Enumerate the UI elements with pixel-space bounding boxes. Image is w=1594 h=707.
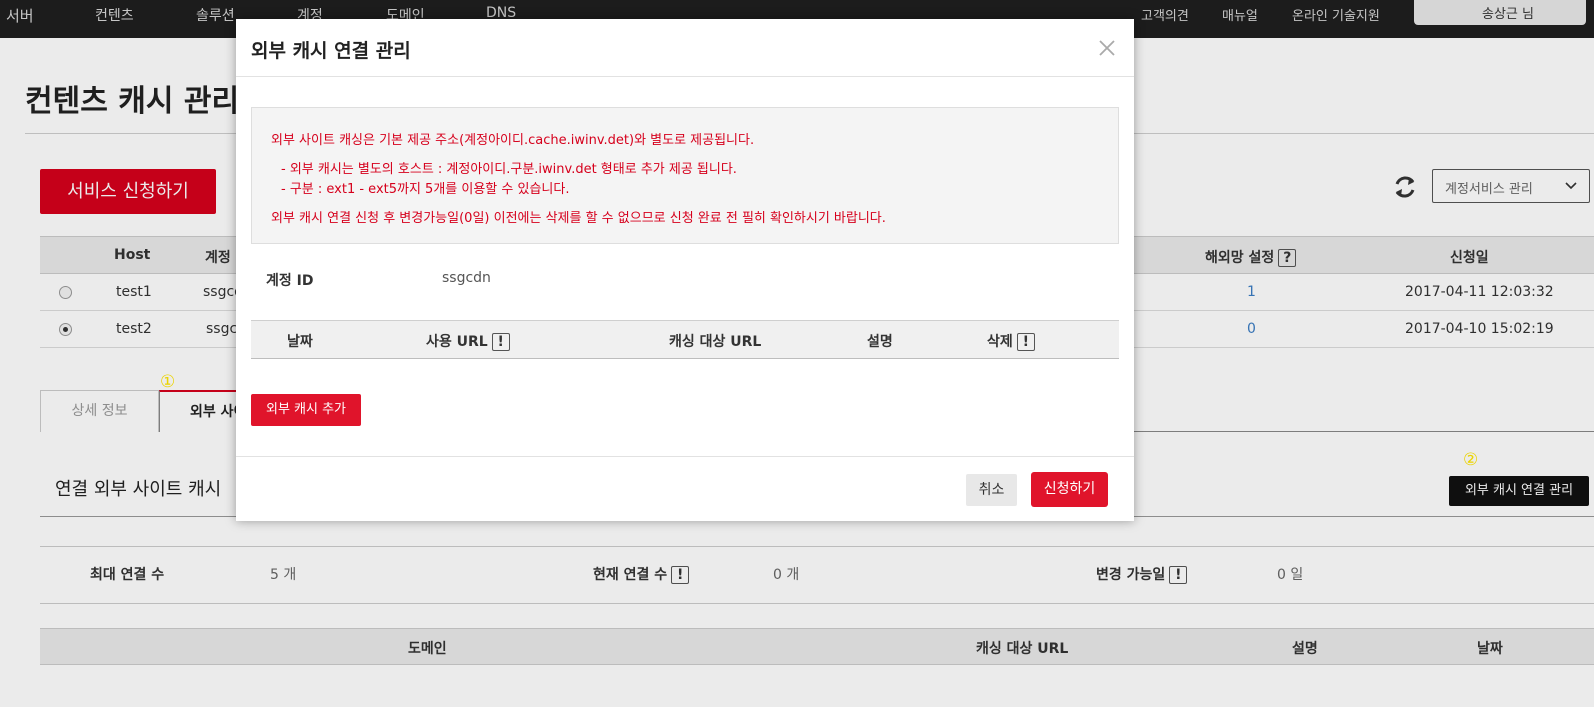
account-id-value: ssgcdn — [442, 270, 491, 286]
divider — [236, 456, 1134, 457]
col-target-url: 캐싱 대상 URL — [669, 334, 762, 350]
modal-title: 외부 캐시 연결 관리 — [251, 40, 411, 62]
cancel-button[interactable]: 취소 — [966, 474, 1017, 506]
notice-line: - 외부 캐시는 별도의 호스트 : 계정아이디.구분.iwinv.det 형태… — [281, 162, 737, 177]
col-description: 설명 — [867, 334, 893, 350]
notice-line: - 구분 : ext1 - ext5까지 5개를 이용할 수 있습니다. — [281, 182, 570, 197]
notice-line: 외부 사이트 캐싱은 기본 제공 주소(계정아이디.cache.iwinv.de… — [271, 133, 755, 148]
close-icon[interactable] — [1098, 39, 1116, 57]
divider — [236, 76, 1134, 77]
external-cache-modal: 외부 캐시 연결 관리 외부 사이트 캐싱은 기본 제공 주소(계정아이디.ca… — [236, 19, 1134, 521]
notice-line: 외부 캐시 연결 신청 후 변경가능일(0일) 이전에는 삭제를 할 수 없으므… — [271, 211, 886, 226]
col-delete: 삭제! — [987, 331, 1035, 351]
col-use-url: 사용 URL! — [426, 331, 510, 351]
col-date: 날짜 — [287, 334, 313, 350]
apply-button[interactable]: 신청하기 — [1031, 472, 1108, 507]
help-icon[interactable]: ! — [491, 333, 510, 351]
account-id-label: 계정 ID — [266, 273, 314, 289]
help-icon[interactable]: ! — [1016, 333, 1035, 351]
external-cache-table-header: 날짜 사용 URL! 캐싱 대상 URL 설명 삭제! — [251, 320, 1119, 359]
notice-box: 외부 사이트 캐싱은 기본 제공 주소(계정아이디.cache.iwinv.de… — [251, 107, 1119, 244]
add-external-cache-button[interactable]: 외부 캐시 추가 — [251, 394, 361, 426]
